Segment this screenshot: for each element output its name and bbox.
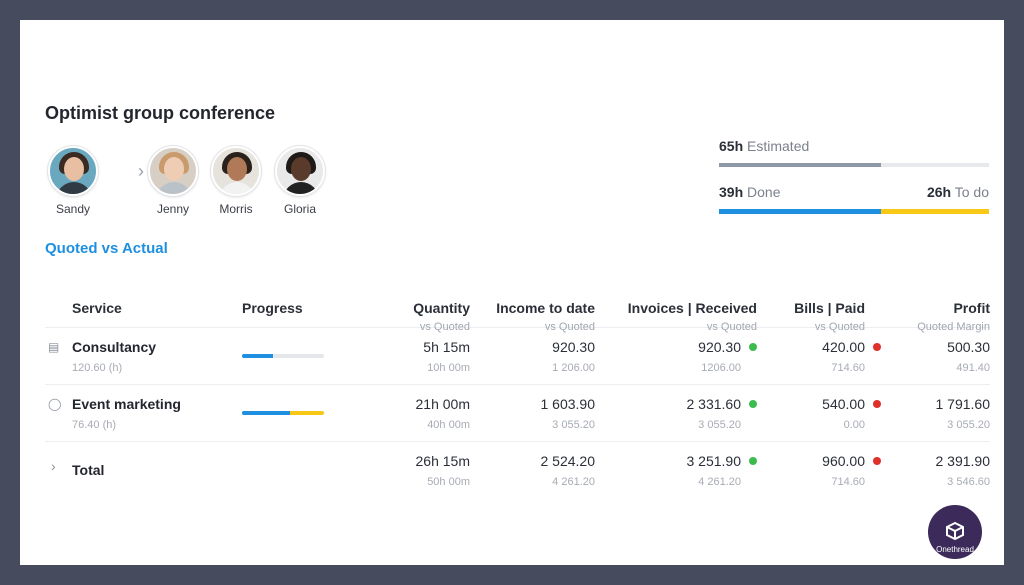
invoices-cell: 920.30 1206.00 (577, 339, 757, 374)
profit-cell: 500.30 491.40 (947, 339, 990, 374)
avatar[interactable] (275, 146, 325, 196)
avatar[interactable] (48, 146, 98, 196)
total-row[interactable]: › Total 26h 15m 50h 00m 2 524.20 4 261.2… (45, 442, 990, 499)
bills-cell: 420.00 714.60 (745, 339, 881, 374)
header-progress[interactable]: Progress (242, 300, 303, 316)
building-icon: ▤ (48, 340, 60, 354)
done-value: 39h (719, 184, 744, 200)
todo-label: To do (954, 184, 989, 200)
table-header: Service Progress Quantity vs Quoted Inco… (45, 278, 990, 333)
project-card: Optimist group conference Sandy › Jenny (20, 20, 1004, 565)
service-progress-bar (242, 411, 324, 415)
member-avatar-group[interactable]: Gloria (272, 146, 328, 216)
estimated-row: 65h Estimated (719, 138, 989, 154)
person-icon: ◯ (48, 397, 62, 411)
bills-cell: 540.00 0.00 (745, 396, 881, 431)
quantity-cell: 5h 15m 10h 00m (423, 339, 470, 374)
service-progress-bar (242, 354, 324, 358)
quoted-vs-actual-table: Service Progress Quantity vs Quoted Inco… (45, 278, 990, 499)
avatar-name: Morris (219, 202, 253, 216)
total-label: Total (72, 462, 105, 478)
todo-value: 26h (926, 184, 952, 200)
estimated-label: Estimated (747, 138, 810, 154)
owner-avatar-group[interactable]: Sandy (45, 146, 101, 216)
table-row[interactable]: ◯ Event marketing 76.40 (h) 21h 00m 40h … (45, 385, 990, 442)
quantity-cell: 21h 00m 40h 00m (415, 396, 470, 431)
member-avatar-group[interactable]: Morris (208, 146, 264, 216)
chevron-right-icon: › (138, 161, 144, 181)
done-progress-bar (719, 209, 989, 214)
chevron-right-icon[interactable]: › (51, 458, 56, 474)
header-service[interactable]: Service (72, 300, 122, 316)
profit-cell: 1 791.60 3 055.20 (935, 396, 991, 431)
estimated-bar (719, 163, 989, 167)
invoices-cell: 3 251.90 4 261.20 (577, 453, 757, 488)
avatar-name: Jenny (156, 202, 190, 216)
project-title: Optimist group conference (45, 103, 276, 123)
service-cell: Event marketing 76.40 (h) (72, 396, 181, 431)
service-cell: Consultancy 120.60 (h) (72, 339, 157, 374)
member-avatar-group[interactable]: Jenny (145, 146, 201, 216)
income-cell: 1 603.90 3 055.20 (540, 396, 596, 431)
bills-cell: 960.00 714.60 (745, 453, 881, 488)
brand-name: Onethread (936, 545, 974, 554)
brand-logo: Onethread (927, 505, 983, 565)
estimated-value: 65h (719, 138, 744, 154)
quantity-cell: 26h 15m 50h 00m (415, 453, 470, 488)
avatar[interactable] (211, 146, 261, 196)
income-cell: 2 524.20 4 261.20 (540, 453, 596, 488)
profit-cell: 2 391.90 3 546.60 (935, 453, 991, 488)
quoted-vs-actual-tab[interactable]: Quoted vs Actual (45, 240, 168, 257)
time-estimate-panel: 65h Estimated 39h Done 26h To do (719, 138, 989, 214)
avatar[interactable] (148, 146, 198, 196)
done-label: Done (747, 184, 781, 200)
done-fill (719, 209, 881, 214)
avatar-name: Sandy (55, 202, 91, 216)
income-cell: 920.30 1 206.00 (552, 339, 595, 374)
table-row[interactable]: ▤ Consultancy 120.60 (h) 5h 15m 10h 00m … (45, 328, 990, 385)
avatar-name: Gloria (283, 202, 316, 216)
done-todo-row: 39h Done 26h To do (719, 184, 989, 200)
invoices-cell: 2 331.60 3 055.20 (577, 396, 757, 431)
